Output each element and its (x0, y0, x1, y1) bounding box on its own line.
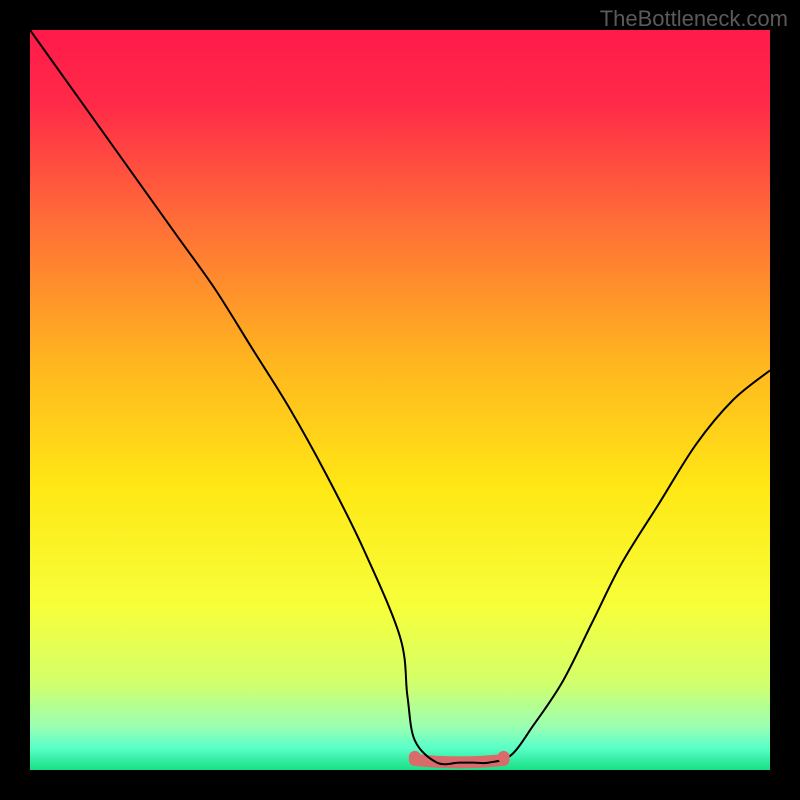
curve-layer (30, 30, 770, 770)
plot-area (30, 30, 770, 770)
bottleneck-curve (30, 30, 770, 764)
flat-region-dot-left (409, 751, 421, 763)
watermark-text: TheBottleneck.com (600, 6, 788, 32)
flat-region-dot-right (498, 751, 510, 763)
